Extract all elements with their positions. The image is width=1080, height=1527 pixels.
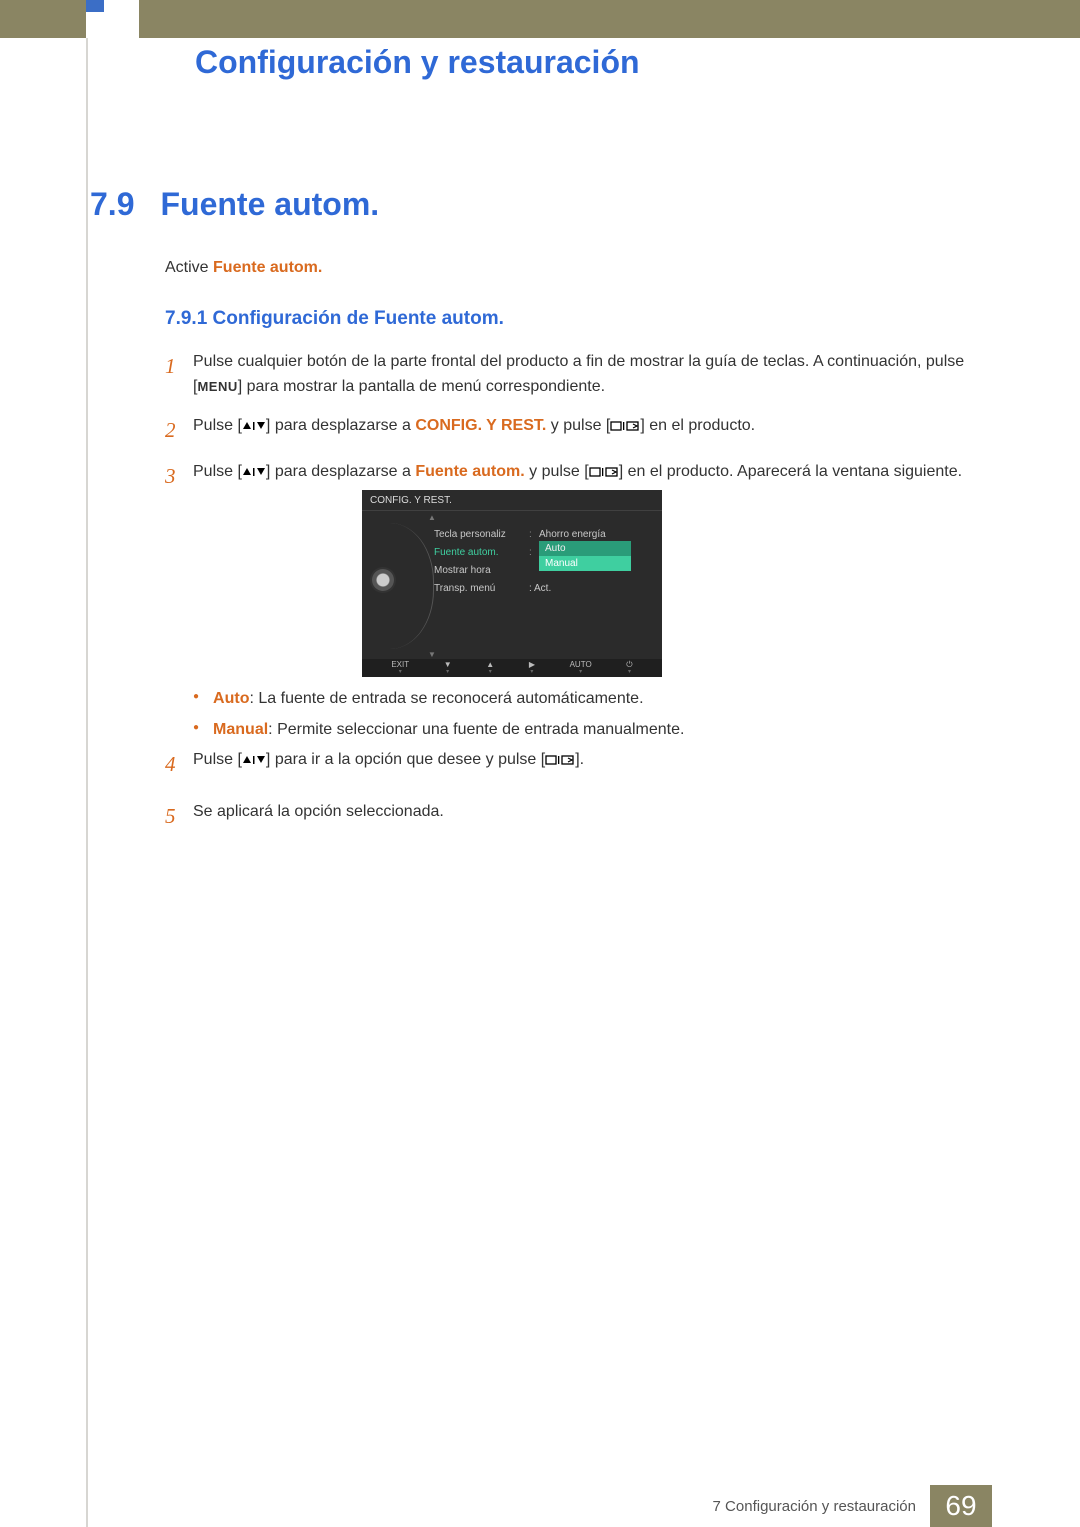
- step-5: 5 Se aplicará la opción seleccionada.: [165, 798, 990, 836]
- bullet-dot-icon: ●: [193, 685, 199, 712]
- highlight: Fuente autom.: [415, 463, 524, 480]
- osd-label: Mostrar hora: [434, 565, 529, 576]
- highlight: Manual: [213, 721, 268, 738]
- bullet-dot-icon: ●: [193, 716, 199, 743]
- bullet-list: ● Auto: La fuente de entrada se reconoce…: [193, 685, 990, 747]
- steps-lower: 4 Pulse [ ] para ir a la opción que desee…: [165, 746, 990, 850]
- up-down-icon: [242, 463, 266, 480]
- header-bar: [0, 0, 1080, 38]
- text: ] para desplazarse a: [266, 417, 415, 434]
- up-down-icon: [242, 751, 266, 768]
- text: Se aplicará la opción seleccionada.: [193, 803, 444, 820]
- osd-arc: [390, 523, 434, 649]
- step-body: Pulse [ ] para desplazarse a CONFIG. Y RE…: [193, 414, 990, 447]
- osd-dropdown: Auto Manual: [539, 541, 631, 571]
- text: ] para desplazarse a: [266, 463, 415, 480]
- page-footer: 7 Configuración y restauración 69: [0, 1485, 1080, 1527]
- text: ] para ir a la opción que desee y pulse …: [266, 751, 545, 768]
- osd-row: Transp. menú : Act.: [434, 579, 652, 597]
- step-4: 4 Pulse [ ] para ir a la opción que desee…: [165, 746, 990, 784]
- chevron-down-icon: ▼: [428, 650, 436, 659]
- text: : Permite seleccionar una fuente de entr…: [268, 721, 684, 738]
- chevron-up-icon: ▲: [428, 513, 436, 522]
- osd-body: ▲ Tecla personaliz : Ahorro energía Fuen…: [362, 511, 662, 661]
- step-number: 2: [165, 414, 193, 447]
- osd-value: : Act.: [529, 583, 652, 594]
- osd-option-manual: Manual: [539, 556, 631, 571]
- step-2: 2 Pulse [ ] para desplazarse a CONFIG. Y …: [165, 414, 990, 447]
- footer-chapter-label: 7 Configuración y restauración: [713, 1485, 930, 1527]
- osd-down-icon: ▼▾: [444, 661, 452, 675]
- text: Pulse [: [193, 751, 242, 768]
- intro-line: Active Fuente autom.: [165, 259, 322, 277]
- osd-value: Ahorro energía: [539, 529, 652, 540]
- osd-exit: EXIT▾: [391, 661, 409, 675]
- text: ] en el producto.: [640, 417, 755, 434]
- text: ].: [575, 751, 584, 768]
- step-body: Pulse [ ] para ir a la opción que desee y…: [193, 746, 990, 784]
- section-heading: 7.9 Fuente autom.: [90, 186, 379, 223]
- step-number: 5: [165, 798, 193, 836]
- text: ] para mostrar la pantalla de menú corre…: [238, 378, 605, 395]
- up-down-icon: [242, 417, 266, 434]
- osd-screenshot: CONFIG. Y REST. ▲ Tecla personaliz : Aho…: [362, 490, 662, 677]
- bullet-text: Auto: La fuente de entrada se reconocerá…: [213, 685, 643, 712]
- osd-auto: AUTO▾: [570, 661, 592, 675]
- colon: :: [529, 529, 539, 540]
- section-title: Fuente autom.: [160, 186, 379, 223]
- footer-spacer: [992, 1485, 1080, 1527]
- osd-power-icon: ⏻▾: [626, 661, 632, 675]
- step-number: 3: [165, 460, 193, 493]
- osd-title: CONFIG. Y REST.: [362, 490, 662, 511]
- highlight: CONFIG. Y REST.: [415, 417, 546, 434]
- step-body: Pulse cualquier botón de la parte fronta…: [193, 350, 990, 400]
- chapter-title: Configuración y restauración: [195, 44, 640, 81]
- left-margin-rule: [86, 38, 88, 1527]
- osd-option-auto: Auto: [539, 541, 631, 556]
- section-number: 7.9: [90, 186, 134, 223]
- step-1: 1 Pulse cualquier botón de la parte fron…: [165, 350, 990, 400]
- step-body: Pulse [ ] para desplazarse a Fuente autom…: [193, 460, 990, 493]
- text: Pulse [: [193, 463, 242, 480]
- header-tab: [86, 0, 139, 38]
- menu-key: MENU: [197, 379, 237, 394]
- text: ] en el producto. Aparecerá la ventana s…: [619, 463, 962, 480]
- colon: :: [529, 547, 539, 558]
- osd-footer: EXIT▾ ▼▾ ▲▾ ▶▾ AUTO▾ ⏻▾: [362, 659, 662, 677]
- select-source-icon: [610, 417, 640, 434]
- select-source-icon: [545, 751, 575, 768]
- text: : La fuente de entrada se reconocerá aut…: [249, 690, 643, 707]
- osd-label: Fuente autom.: [434, 547, 529, 558]
- intro-prefix: Active: [165, 259, 213, 276]
- bullet-manual: ● Manual: Permite seleccionar una fuente…: [193, 716, 990, 743]
- text: Pulse [: [193, 417, 242, 434]
- osd-label: Transp. menú: [434, 583, 529, 594]
- step-body: Se aplicará la opción seleccionada.: [193, 798, 990, 836]
- osd-play-icon: ▶▾: [529, 661, 535, 675]
- step-3: 3 Pulse [ ] para desplazarse a Fuente aut…: [165, 460, 990, 493]
- subsection-heading: 7.9.1 Configuración de Fuente autom.: [165, 308, 504, 330]
- bullet-auto: ● Auto: La fuente de entrada se reconoce…: [193, 685, 990, 712]
- step-number: 4: [165, 746, 193, 784]
- osd-label: Tecla personaliz: [434, 529, 529, 540]
- page-number: 69: [930, 1485, 992, 1527]
- osd-up-icon: ▲▾: [486, 661, 494, 675]
- bullet-text: Manual: Permite seleccionar una fuente d…: [213, 716, 684, 743]
- text: y pulse [: [525, 463, 589, 480]
- highlight: Auto: [213, 690, 249, 707]
- steps-upper: 1 Pulse cualquier botón de la parte fron…: [165, 350, 990, 507]
- intro-highlight: Fuente autom.: [213, 259, 322, 276]
- text: y pulse [: [546, 417, 610, 434]
- select-source-icon: [589, 463, 619, 480]
- step-number: 1: [165, 350, 193, 400]
